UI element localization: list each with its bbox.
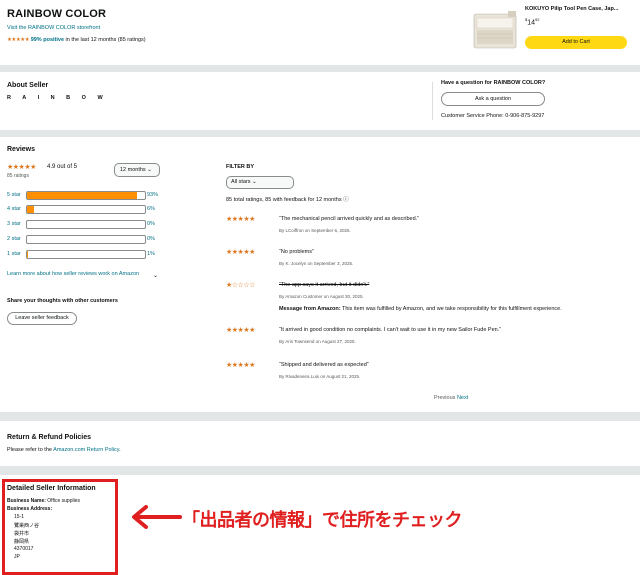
histogram-label[interactable]: 2 star [7,236,21,242]
review-author: By Amazon Customer on August 30, 2025. [279,294,364,299]
review-author: By Rivadeneira Luis on August 21, 2025. [279,374,361,379]
review-stars: ★★★★★ [226,362,255,369]
histogram-row[interactable]: 1 star 1% [7,250,167,260]
overall-rating-stars: ★★★★★ [7,164,36,171]
histogram-fill [27,206,35,213]
review-author: By K. Jocelyn on September 3, 2025. [279,261,354,266]
ratings-count: 85 ratings [7,173,29,179]
filter-by-title: FILTER BY [226,164,255,170]
share-thoughts-title: Share your thoughts with other customers [7,298,118,304]
return-policy-text: Please refer to the Amazon.com Return Po… [7,447,121,453]
histogram-bar [26,191,146,200]
histogram-bar [26,220,146,229]
ask-question-button[interactable]: Ask a question [441,92,545,106]
histogram-bar [26,205,146,214]
review-text: “Shipped and delivered as expected” [279,362,369,368]
return-policy-section: Return & Refund Policies Please refer to… [0,421,640,466]
review-author: By LCoiffron on September 6, 2025. [279,228,351,233]
histogram-row[interactable]: 3 star 0% [7,220,167,230]
review-text: “It arrived in good condition no complai… [279,327,502,333]
about-seller-title: About Seller [7,82,49,89]
histogram-label[interactable]: 5 star [7,192,21,198]
histogram-label[interactable]: 3 star [7,221,21,227]
seller-rating-summary: ★★★★★ 99% positive in the last 12 months… [7,37,146,43]
reviews-section: Reviews ★★★★★ 4.9 out of 5 85 ratings 12… [0,137,640,412]
histogram-bar [26,250,146,259]
histogram-percent[interactable]: 6% [147,206,155,212]
histogram-row[interactable]: 2 star 0% [7,235,167,245]
store-name: RAINBOW COLOR [7,8,107,20]
reviews-title: Reviews [7,146,36,153]
divider [432,82,433,120]
review-text: “No problems” [279,249,314,255]
review-stars: ★☆☆☆☆ [226,282,255,289]
product-image[interactable] [468,8,520,54]
review-text: “The mechanical pencil arrived quickly a… [279,216,420,222]
positive-percent[interactable]: 99% positive [31,37,64,43]
amazon-message: Message from Amazon: This item was fulfi… [279,306,562,312]
period-select[interactable]: 12 months ⌄ [114,163,160,177]
question-title: Have a question for RAINBOW COLOR? [441,80,546,86]
positive-suffix: in the last 12 months (85 ratings) [64,37,146,43]
arrow-left-icon [132,505,182,529]
product-name[interactable]: KOKUYO Pilip Tool Pen Case, Jap... [525,6,618,12]
chevron-down-icon[interactable]: ⌄ [153,272,158,279]
next-link[interactable]: Next [457,395,468,401]
annotation-text: 「出品者の情報」で住所をチェック [182,510,463,531]
chevron-down-icon: ⌄ [147,167,152,173]
chevron-down-icon: ⌄ [252,179,257,185]
learn-more-link[interactable]: Learn more about how seller reviews work… [7,270,142,278]
histogram-percent[interactable]: 0% [147,221,155,227]
review-text: “The app says it arrived, but it didn't.… [279,282,370,288]
histogram-percent[interactable]: 0% [147,236,155,242]
storefront-link[interactable]: Visit the RAINBOW COLOR storefront [7,25,100,31]
histogram-row[interactable]: 5 star 93% [7,191,167,201]
leave-feedback-button[interactable]: Leave seller feedback [7,312,77,325]
review-stars: ★★★★★ [226,327,255,334]
total-ratings-text: 85 total ratings, 85 with feedback for 1… [226,197,349,203]
rating-out-of: 4.9 out of 5 [47,164,78,170]
histogram-percent[interactable]: 93% [147,192,158,198]
histogram-bar [26,235,146,244]
return-policy-link[interactable]: Amazon.com Return Policy [53,447,119,453]
histogram-percent[interactable]: 1% [147,251,155,257]
add-to-cart-button[interactable]: Add to Cart [525,36,627,49]
previous-link: Previous [434,395,456,401]
histogram-fill [27,192,137,199]
review-stars: ★★★★★ [226,249,255,256]
info-icon[interactable]: ⓘ [343,197,349,203]
review-author: By Aris Townsend on August 27, 2025. [279,339,356,344]
seller-logo-text: R A I N B O W [7,95,108,101]
histogram-label[interactable]: 4 star [7,206,21,212]
pagination: Previous Next [434,395,468,401]
histogram-fill [27,251,29,258]
return-policy-title: Return & Refund Policies [7,434,92,441]
star-filter-select[interactable]: All stars ⌄ [226,176,294,189]
product-price: $1492 [525,17,540,27]
seller-header: RAINBOW COLOR Visit the RAINBOW COLOR st… [0,0,640,65]
histogram-row[interactable]: 4 star 6% [7,205,167,215]
highlight-box [2,479,118,575]
rating-stars: ★★★★★ [7,37,30,43]
about-seller-section: About Seller R A I N B O W Have a questi… [0,72,640,130]
customer-service-phone: Customer Service Phone: 0-906-875-9297 [441,113,545,119]
histogram-label[interactable]: 1 star [7,251,21,257]
review-stars: ★★★★★ [226,216,255,223]
